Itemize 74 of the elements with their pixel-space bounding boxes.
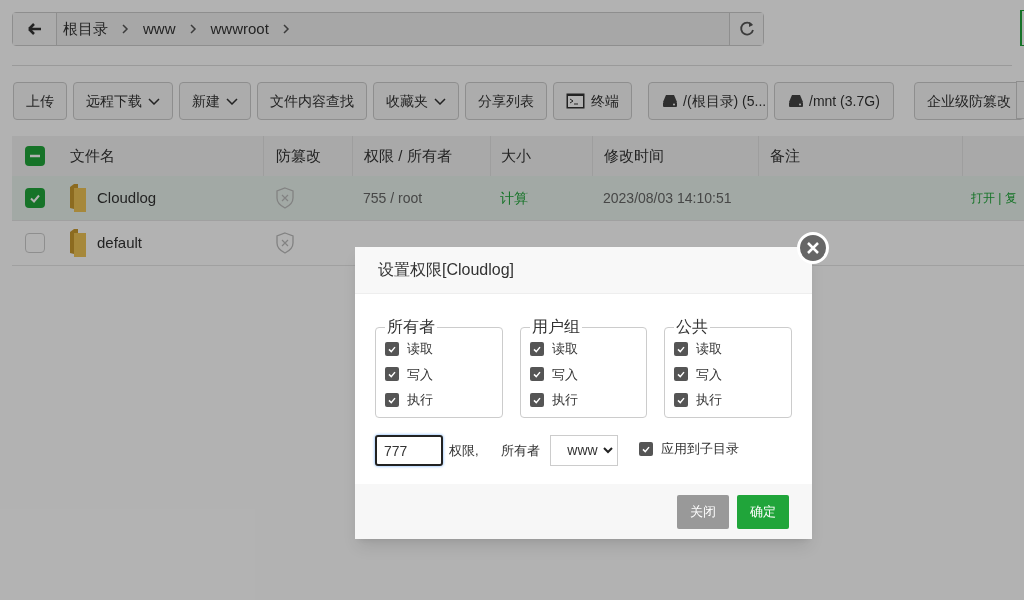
- checkbox[interactable]: [674, 392, 689, 407]
- column-header[interactable]: 权限 / 所有者: [364, 144, 452, 168]
- panel-edge: [1020, 10, 1024, 46]
- toolbar-button[interactable]: 文件内容查找: [257, 82, 367, 120]
- shield-icon: [275, 187, 295, 209]
- permission-checkbox[interactable]: 执行: [674, 390, 782, 410]
- path-segment[interactable]: wwwroot: [210, 17, 269, 41]
- toolbar-button[interactable]: 收藏夹: [373, 82, 459, 120]
- checkbox[interactable]: [25, 233, 45, 253]
- checkbox[interactable]: [674, 367, 689, 382]
- permission-checkbox[interactable]: 读取: [674, 339, 782, 359]
- caret-icon: [602, 447, 613, 454]
- checkbox[interactable]: [385, 392, 399, 407]
- field-label: 权限,: [449, 441, 479, 460]
- permission-checkbox[interactable]: 执行: [385, 390, 493, 410]
- refresh-button[interactable]: [729, 13, 763, 45]
- toolbar-button[interactable]: /mnt (3.7G): [774, 82, 894, 120]
- table-cell-text: 2023/08/03 14:10:51: [602, 188, 733, 208]
- checkbox[interactable]: [385, 341, 399, 356]
- shield-icon: [275, 232, 295, 254]
- permission-checkbox[interactable]: 读取: [529, 339, 638, 359]
- checkbox[interactable]: [529, 341, 544, 356]
- toolbar-button[interactable]: /(根目录) (5...: [648, 82, 768, 120]
- folder-icon: [70, 229, 87, 257]
- table-cell-text: 755 / root: [362, 188, 424, 208]
- chevron-right-icon: [189, 24, 197, 34]
- drive-icon: [663, 95, 677, 107]
- back-button[interactable]: [13, 13, 57, 45]
- column-header[interactable]: 文件名: [70, 144, 115, 168]
- path-bar[interactable]: 根目录 www wwwroot: [57, 13, 729, 45]
- toolbar-button[interactable]: 上传: [13, 82, 67, 120]
- checkbox[interactable]: [385, 367, 399, 382]
- checkbox[interactable]: [674, 341, 689, 356]
- checkbox[interactable]: [529, 367, 544, 382]
- file-name[interactable]: Cloudlog: [97, 186, 157, 210]
- column-header[interactable]: 大小: [501, 144, 531, 168]
- file-name[interactable]: default: [97, 231, 143, 255]
- checkbox[interactable]: [638, 441, 653, 456]
- group-legend: 公共: [674, 318, 711, 336]
- folder-icon: [70, 184, 87, 212]
- permission-checkbox[interactable]: 读取: [385, 339, 493, 359]
- recursive-checkbox[interactable]: 应用到子目录: [638, 438, 739, 459]
- column-header[interactable]: 备注: [770, 144, 800, 168]
- checkbox[interactable]: [529, 392, 544, 407]
- field-label: 所有者: [500, 441, 540, 460]
- path-segment[interactable]: 根目录: [63, 17, 108, 41]
- group-legend: 用户组: [529, 318, 582, 336]
- checkbox[interactable]: [25, 146, 45, 166]
- file-row[interactable]: Cloudlog 755 / root 计算 2023/08/03 14:10:51 打开 | 复: [12, 176, 1024, 221]
- owner-select[interactable]: www: [549, 435, 618, 466]
- toolbar-button[interactable]: 新建: [179, 82, 251, 120]
- caret-icon: [226, 97, 238, 105]
- terminal-icon: [566, 93, 585, 109]
- caret-icon: [434, 97, 446, 105]
- close-icon: [807, 242, 819, 254]
- toolbar-button[interactable]: 分享列表: [465, 82, 547, 120]
- toolbar-button[interactable]: 终端: [553, 82, 632, 120]
- permission-checkbox[interactable]: 写入: [674, 364, 782, 384]
- column-header[interactable]: 防篡改: [276, 144, 321, 168]
- back-arrow-icon: [27, 22, 42, 36]
- mode-input[interactable]: 777: [375, 435, 443, 466]
- toolbar-button[interactable]: 远程下载: [73, 82, 173, 120]
- path-segment[interactable]: www: [143, 17, 176, 41]
- caret-icon: [148, 97, 160, 105]
- refresh-icon: [738, 21, 755, 37]
- permission-checkbox[interactable]: 写入: [529, 364, 638, 384]
- permission-checkbox[interactable]: 执行: [529, 390, 638, 410]
- permission-checkbox[interactable]: 写入: [385, 364, 493, 384]
- chevron-right-icon: [122, 24, 129, 34]
- column-header[interactable]: 修改时间: [604, 144, 664, 168]
- group-legend: 所有者: [385, 318, 437, 336]
- drive-icon: [789, 95, 803, 107]
- chevron-right-icon: [282, 24, 290, 34]
- checkbox[interactable]: [25, 188, 45, 208]
